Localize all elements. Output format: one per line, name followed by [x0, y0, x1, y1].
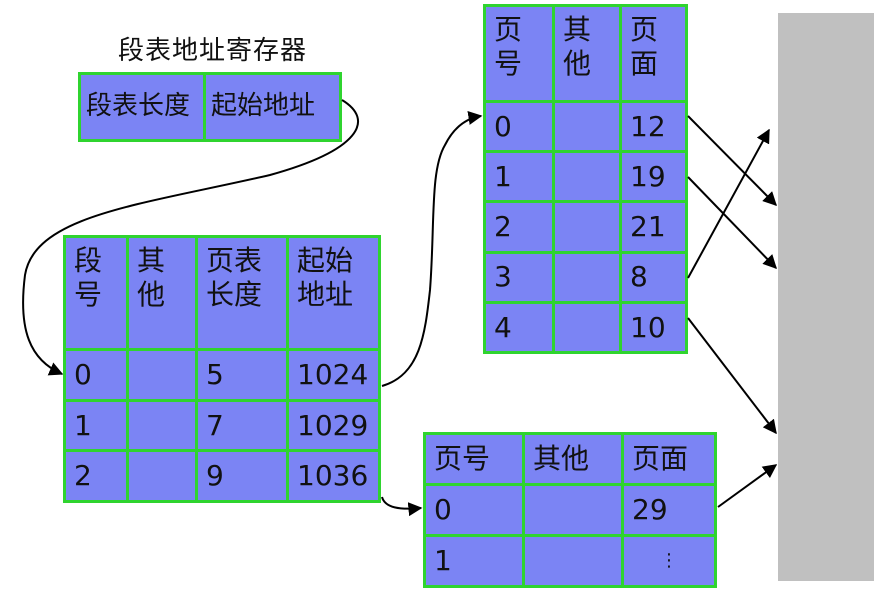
register-to-segment-table-arrow [22, 99, 360, 376]
pointer-arrows [22, 99, 778, 517]
segment-0-to-page-table-arrow [381, 111, 483, 387]
page-4-frame-arrow [687, 317, 777, 435]
segment-2-to-page-table-arrow [381, 496, 423, 517]
page-3-frame-arrow [687, 128, 770, 279]
segment-2-page-0-frame-arrow [717, 464, 778, 508]
